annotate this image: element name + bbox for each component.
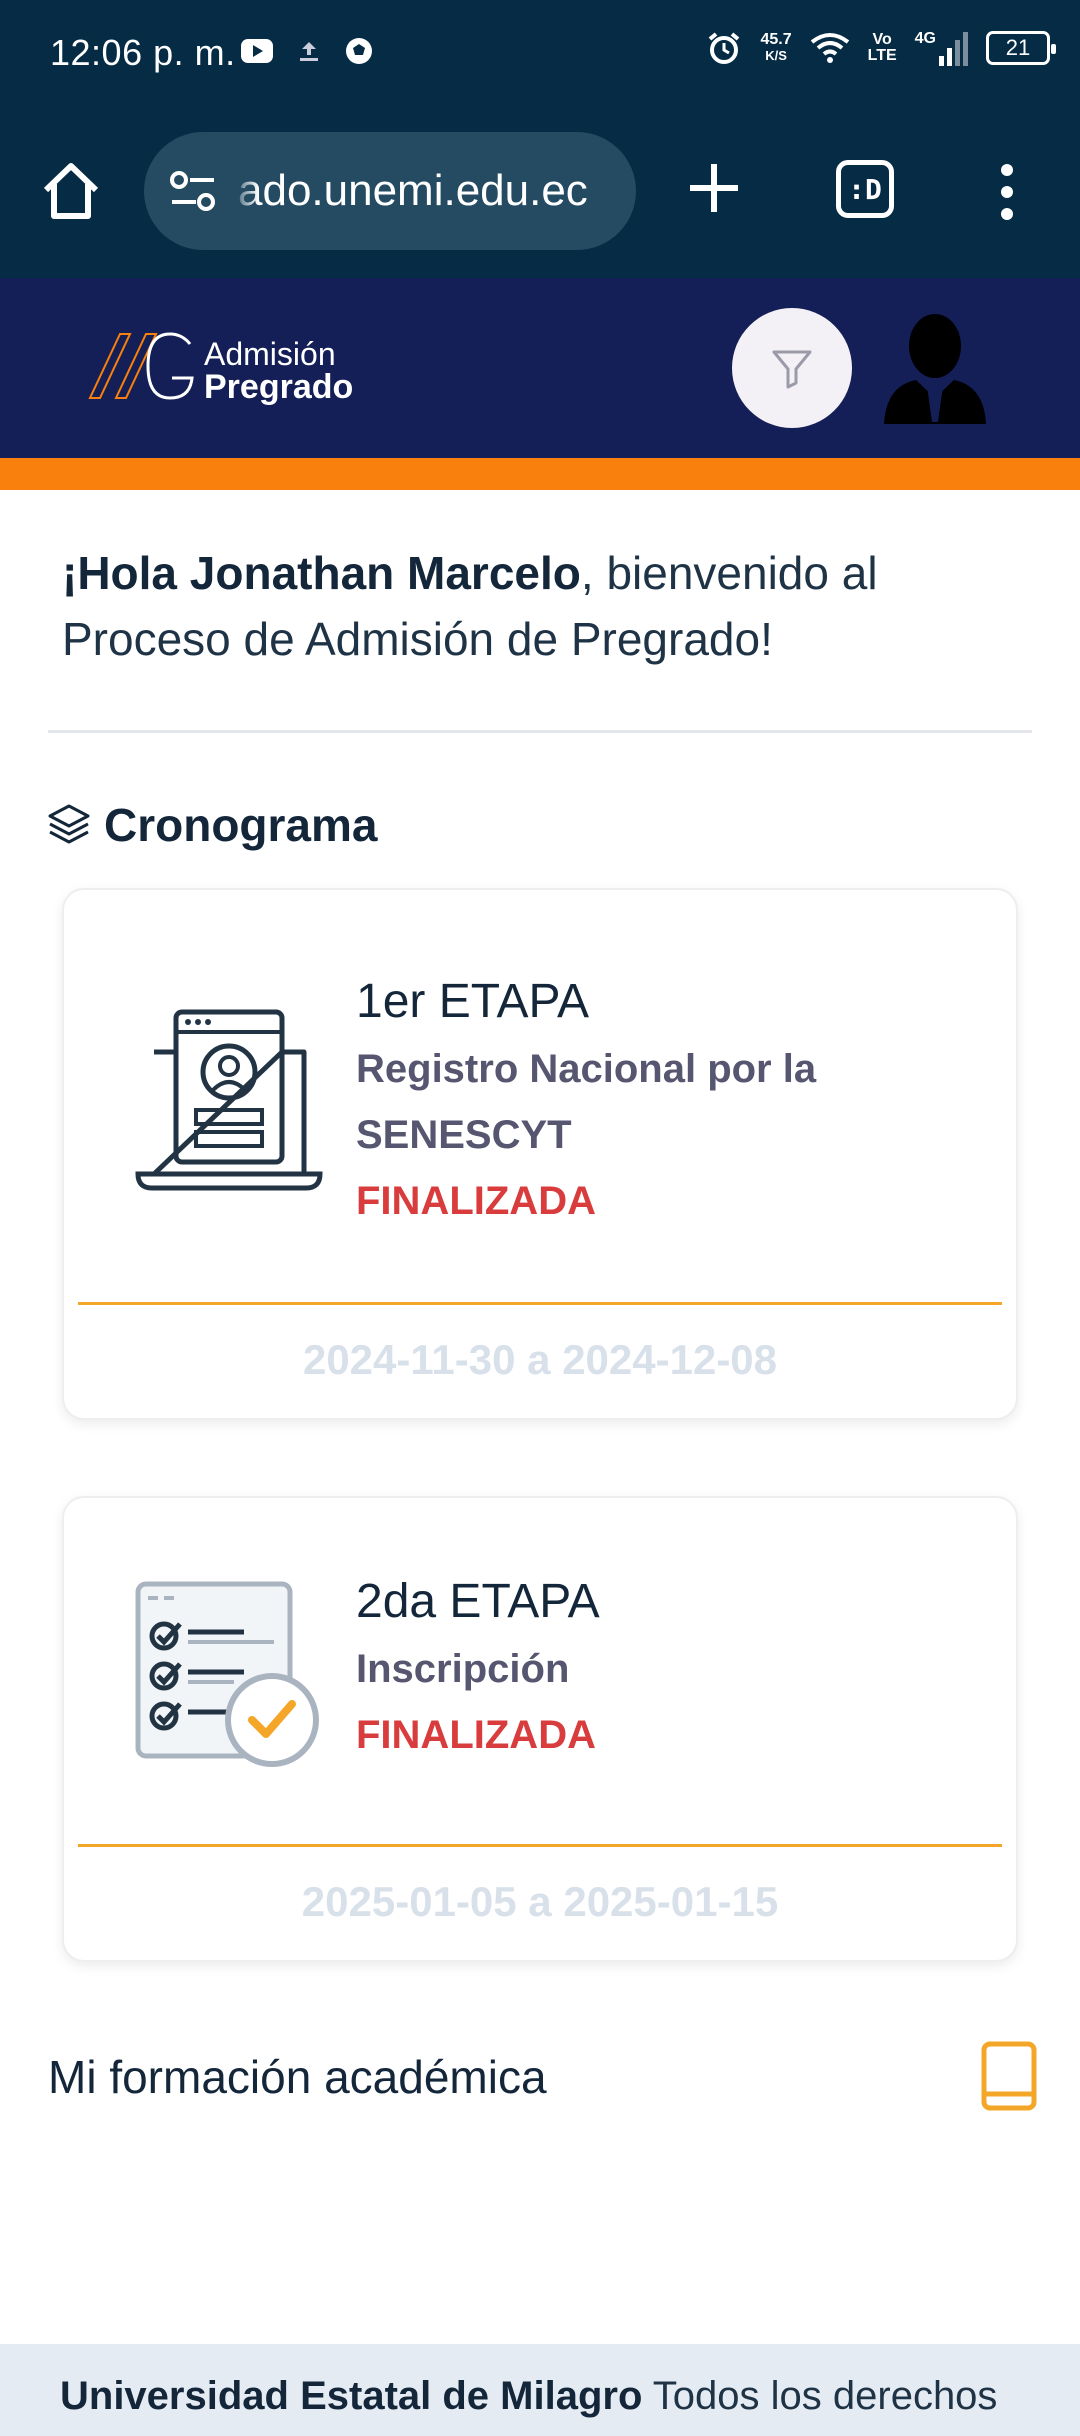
status-time: 12:06 p. m. — [50, 32, 236, 73]
speed-value: 45.7 — [760, 31, 792, 48]
welcome-message: ¡Hola Jonathan Marcelo, bienvenido al Pr… — [62, 540, 1002, 672]
card-divider — [78, 1302, 1002, 1305]
status-bar: 12:06 p. m. 45.7 K/S Vo LTE 4G 21 — [0, 0, 1080, 106]
battery-icon: 21 — [986, 31, 1056, 65]
new-tab-icon[interactable] — [686, 160, 742, 216]
battery-level: 21 — [1005, 35, 1031, 60]
filter-button[interactable] — [732, 308, 852, 428]
tab-switcher-label: :D — [848, 172, 882, 206]
signal-indicator: 4G — [915, 30, 968, 66]
cronograma-heading: Cronograma — [46, 798, 377, 852]
signal-bar-icon — [939, 56, 944, 66]
wifi-icon — [810, 33, 849, 63]
youtube-icon — [241, 39, 273, 63]
logo-title-line2: Pregrado — [204, 368, 354, 406]
greeting-name: Hola Jonathan Marcelo — [77, 547, 581, 599]
volte-indicator: Vo LTE — [868, 32, 897, 64]
checklist-icon — [135, 1581, 319, 1767]
signal-bar-icon — [963, 32, 968, 66]
more-options-icon[interactable] — [992, 162, 1022, 222]
stage-description: Registro Nacional por la SENESCYT — [356, 1047, 817, 1157]
network-speed: 45.7 K/S — [760, 32, 791, 64]
logo-mark-icon — [88, 332, 194, 400]
footer-text: Universidad Estatal de Milagro Todos los… — [60, 2374, 997, 2419]
admision-pregrado-logo[interactable]: Admisión Pregrado — [86, 330, 366, 410]
home-icon[interactable] — [38, 158, 104, 224]
stage-dates: 2025-01-05 a 2025-01-15 — [301, 1878, 779, 1925]
footer-rights: Todos los derechos — [642, 2374, 998, 2418]
network-type: 4G — [914, 30, 936, 47]
stage-card-text: 1er ETAPA Registro Nacional por la SENES… — [356, 968, 976, 1234]
page-footer: Universidad Estatal de Milagro Todos los… — [0, 2344, 1080, 2436]
stage-title: 2da ETAPA — [356, 1575, 600, 1628]
stage-status: FINALIZADA — [356, 1179, 596, 1223]
card-divider — [78, 1844, 1002, 1847]
stage-status: FINALIZADA — [356, 1713, 596, 1757]
status-notification-icons — [240, 36, 374, 66]
signal-bar-icon — [955, 40, 960, 66]
stage-card-1[interactable]: 1er ETAPA Registro Nacional por la SENES… — [62, 888, 1018, 1420]
layers-icon — [48, 804, 90, 844]
upload-icon — [300, 42, 318, 61]
footer-university: Universidad Estatal de Milagro — [60, 2374, 643, 2418]
volte-top: Vo — [872, 31, 892, 48]
status-system-icons: 45.7 K/S Vo LTE 4G 21 — [706, 30, 1056, 66]
user-avatar-icon[interactable] — [880, 306, 990, 426]
formacion-academica-link[interactable]: Mi formación académica — [48, 2050, 547, 2104]
volte-bottom: LTE — [867, 47, 897, 64]
tab-switcher-button[interactable]: :D — [836, 160, 894, 218]
laptop-profile-icon — [135, 1009, 323, 1191]
url-fade — [232, 156, 258, 226]
cronograma-title: Cronograma — [104, 799, 378, 851]
speed-unit: K/S — [765, 48, 787, 63]
book-icon[interactable] — [978, 2040, 1038, 2112]
greeting-prefix: ¡ — [62, 547, 78, 599]
header-accent-band — [0, 458, 1080, 490]
stage-description: Inscripción — [356, 1647, 570, 1691]
filter-icon — [772, 350, 812, 389]
browser-toolbar: ado.unemi.edu.ec :D — [0, 106, 1080, 278]
stage-card-text: 2da ETAPA Inscripción FINALIZADA — [356, 1568, 976, 1768]
site-settings-icon[interactable] — [168, 168, 218, 214]
app-header: Admisión Pregrado — [0, 278, 1080, 458]
soccer-ball-icon — [346, 38, 372, 64]
stage-title: 1er ETAPA — [356, 975, 589, 1028]
alarm-icon — [709, 32, 740, 64]
signal-bar-icon — [947, 48, 952, 66]
url-text[interactable]: ado.unemi.edu.ec — [238, 166, 618, 216]
address-bar[interactable]: ado.unemi.edu.ec — [144, 132, 636, 250]
stage-card-2[interactable]: 2da ETAPA Inscripción FINALIZADA 2025-01… — [62, 1496, 1018, 1962]
stage-dates: 2024-11-30 a 2024-12-08 — [302, 1336, 778, 1383]
section-divider — [48, 730, 1032, 733]
